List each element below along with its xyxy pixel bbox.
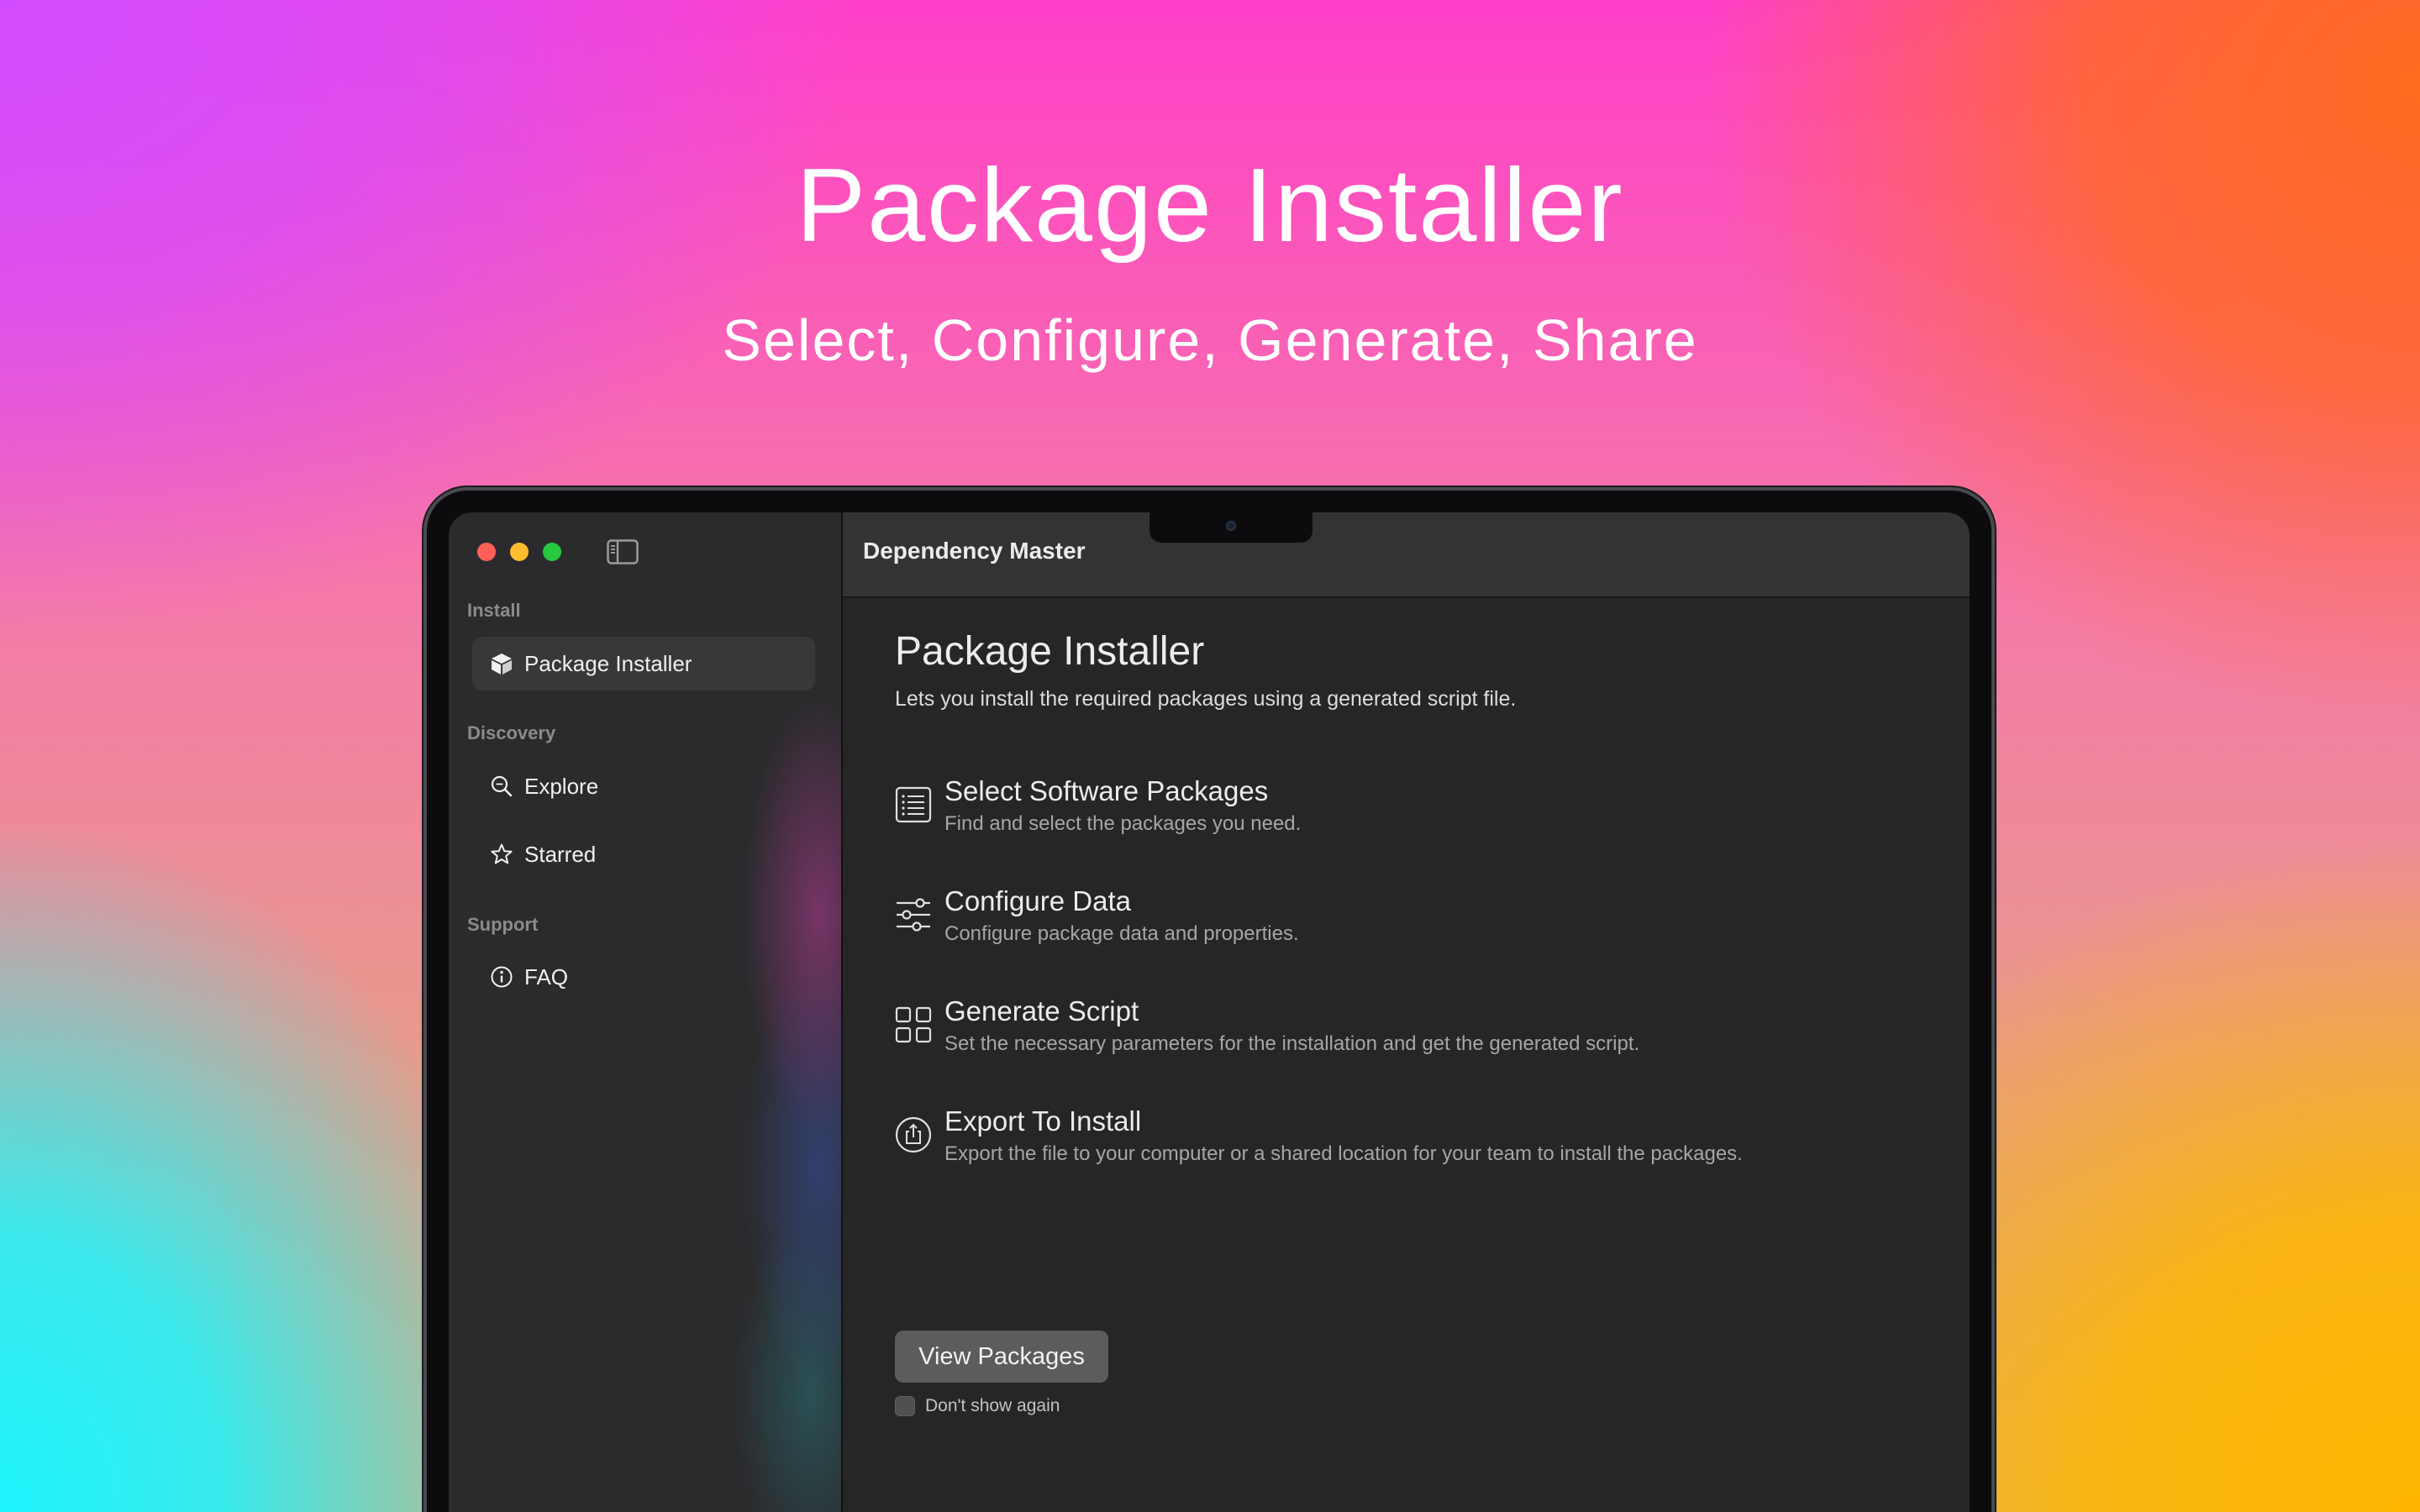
window-title: Dependency Master	[863, 538, 1086, 564]
feature-title: Generate Script	[944, 995, 1139, 1026]
feature-item: Configure Data Configure package data an…	[895, 885, 1903, 960]
laptop-frame: Install Package Installer Discovery Expl…	[427, 491, 1991, 1512]
package-icon	[489, 651, 514, 676]
feature-item: Generate Script Set the necessary parame…	[895, 995, 1903, 1070]
toolbar: Dependency Master	[843, 512, 1970, 598]
dont-show-again-checkbox[interactable]	[895, 1396, 915, 1416]
feature-title: Select Software Packages	[944, 775, 1269, 806]
feature-description: Configure package data and properties.	[944, 922, 1299, 945]
sidebar-item-label: FAQ	[524, 963, 569, 990]
sidebar-item-label: Explore	[524, 773, 599, 799]
feature-title: Export To Install	[944, 1105, 1142, 1137]
info-icon	[489, 964, 514, 990]
checkbox-label: Don't show again	[925, 1396, 1060, 1415]
section-label-discovery: Discovery	[467, 722, 556, 743]
sidebar-toggle-icon[interactable]	[607, 539, 639, 564]
camera-icon	[1226, 521, 1236, 531]
welcome-panel: Package Installer Lets you install the r…	[895, 627, 1920, 1416]
dont-show-again-row: Don't show again	[895, 1396, 1060, 1416]
feature-description: Export the file to your computer or a sh…	[944, 1142, 1743, 1165]
feature-description: Find and select the packages you need.	[944, 812, 1302, 835]
section-label-install: Install	[467, 600, 521, 621]
hero-title: Package Installer	[796, 148, 1624, 264]
list-icon	[895, 786, 932, 823]
section-label-support: Support	[467, 914, 539, 935]
feature-item: Select Software Packages Find and select…	[895, 774, 1903, 850]
sidebar-item-package-installer[interactable]: Package Installer	[472, 637, 815, 690]
view-packages-button[interactable]: View Packages	[895, 1331, 1108, 1383]
star-icon	[489, 842, 514, 867]
feature-item: Export To Install Export the file to you…	[895, 1105, 1903, 1180]
hero-subtitle: Select, Configure, Generate, Share	[722, 307, 1698, 373]
feature-title: Configure Data	[944, 885, 1131, 916]
minimize-button[interactable]	[510, 543, 529, 561]
close-button[interactable]	[477, 543, 496, 561]
sliders-icon	[895, 896, 932, 933]
app-window: Install Package Installer Discovery Expl…	[449, 512, 1970, 1512]
sidebar-item-starred[interactable]: Starred	[472, 827, 815, 881]
page-description: Lets you install the required packages u…	[895, 687, 1517, 711]
main-content: Dependency Master Package Installer Lets…	[843, 512, 1970, 1512]
page-title: Package Installer	[895, 629, 1205, 674]
feature-description: Set the necessary parameters for the ins…	[944, 1032, 1640, 1055]
zoom-button[interactable]	[543, 543, 561, 561]
sidebar-item-label: Package Installer	[524, 650, 692, 676]
grid-icon	[895, 1006, 932, 1043]
sidebar-item-faq[interactable]: FAQ	[472, 950, 815, 1004]
sidebar-item-label: Starred	[524, 841, 597, 867]
sidebar-item-explore[interactable]: Explore	[472, 759, 815, 813]
camera-notch	[1150, 512, 1313, 543]
sidebar: Install Package Installer Discovery Expl…	[449, 512, 843, 1512]
share-icon	[895, 1116, 932, 1153]
marketing-background: Package Installer Select, Configure, Gen…	[0, 0, 2420, 1512]
magnifier-icon	[489, 774, 514, 799]
